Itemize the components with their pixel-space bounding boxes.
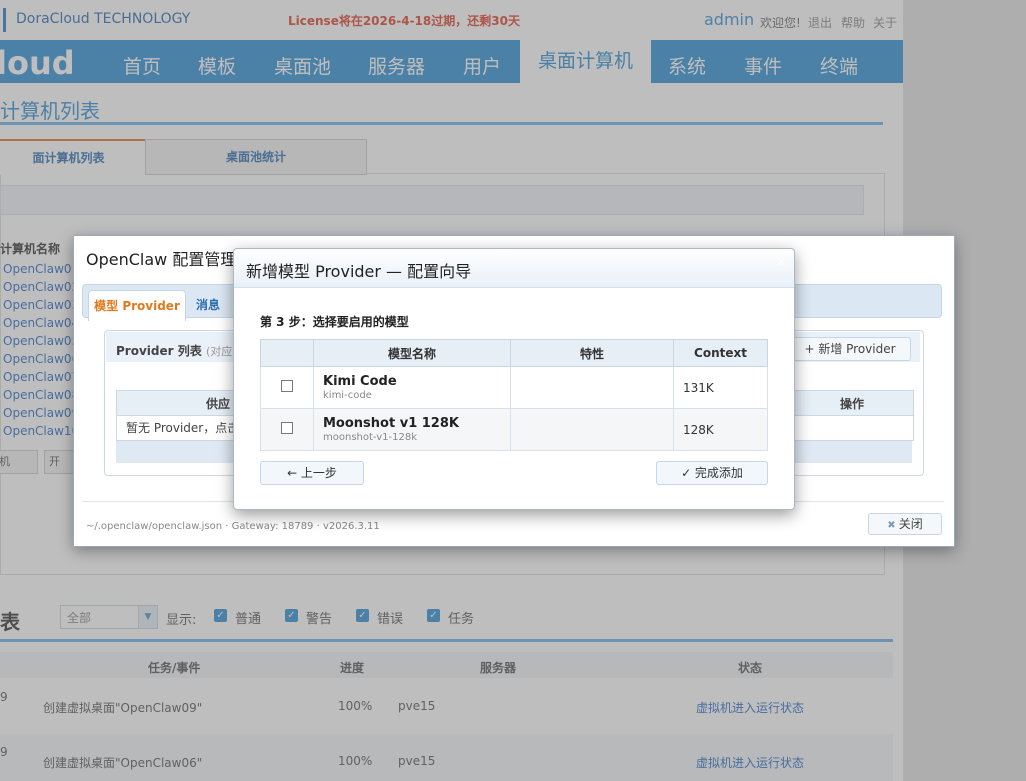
col-provider: 供应 xyxy=(206,397,231,411)
provider-wizard-dialog: 新增模型 Provider — 配置向导 ✕ 第 3 步：选择要启用的模型 模型… xyxy=(233,248,795,510)
model-name: Kimi Code xyxy=(323,374,397,389)
model-checkbox[interactable] xyxy=(281,380,293,392)
col-model-name: 模型名称 xyxy=(313,339,511,367)
empty-message: 暂无 Provider，点击 xyxy=(126,421,240,435)
close-icon[interactable]: ✕ xyxy=(937,240,948,255)
table-header-row: 模型名称 特性 Context xyxy=(260,339,768,367)
model-id: moonshot-v1-128k xyxy=(323,432,418,443)
config-status-line: ~/.openclaw/openclaw.json · Gateway: 187… xyxy=(86,521,380,532)
add-provider-button[interactable]: + 新增 Provider xyxy=(789,337,911,361)
dialog-title: OpenClaw 配置管理 xyxy=(86,250,237,269)
features-cell xyxy=(510,366,674,409)
select-cell xyxy=(260,366,314,409)
select-cell xyxy=(260,408,314,451)
wizard-step-label: 第 3 步：选择要启用的模型 xyxy=(260,315,409,329)
model-id: kimi-code xyxy=(323,390,372,401)
tab-model-provider[interactable]: 模型 Provider xyxy=(88,290,186,321)
model-table: 模型名称 特性 Context Kimi Code kimi-code 131K… xyxy=(260,339,768,451)
close-icon[interactable]: ✕ xyxy=(776,255,786,269)
model-cell: Kimi Code kimi-code xyxy=(313,366,511,409)
finish-add-button[interactable]: ✓ 完成添加 xyxy=(656,461,768,485)
close-button[interactable]: ✖ 关闭 xyxy=(868,513,942,535)
close-icon: ✖ xyxy=(887,520,896,531)
provider-list-title: Provider 列表 xyxy=(116,344,202,358)
model-checkbox[interactable] xyxy=(281,422,293,434)
features-cell xyxy=(510,408,674,451)
context-cell: 128K xyxy=(673,408,768,451)
close-label: 关闭 xyxy=(898,517,923,531)
provider-list-subtitle: (对应 xyxy=(206,345,233,358)
context-cell: 131K xyxy=(673,366,768,409)
model-name: Moonshot v1 128K xyxy=(323,416,459,431)
col-features: 特性 xyxy=(510,339,674,367)
col-select xyxy=(260,339,314,367)
col-operations: 操作 xyxy=(840,397,865,411)
model-cell: Moonshot v1 128K moonshot-v1-128k xyxy=(313,408,511,451)
tab-messages[interactable]: 消息 xyxy=(196,296,220,313)
table-row: Moonshot v1 128K moonshot-v1-128k 128K xyxy=(260,408,768,451)
wizard-title: 新增模型 Provider — 配置向导 xyxy=(246,262,472,281)
col-context: Context xyxy=(673,339,768,367)
table-row: Kimi Code kimi-code 131K xyxy=(260,366,768,409)
previous-step-button[interactable]: ← 上一步 xyxy=(260,461,364,485)
